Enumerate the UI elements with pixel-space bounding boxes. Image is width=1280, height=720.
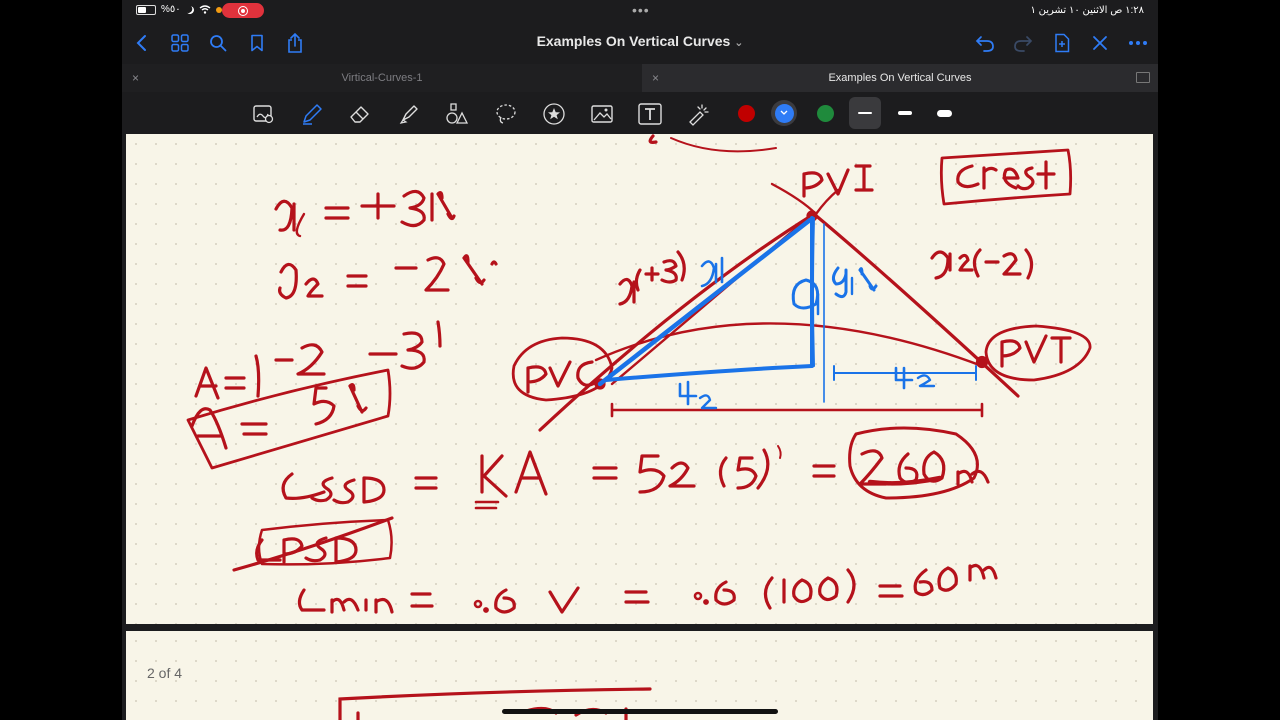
note-page-2[interactable]: 2 of 4 xyxy=(126,631,1153,720)
image-tool[interactable] xyxy=(590,102,614,126)
mic-indicator-icon xyxy=(215,6,222,13)
lasso-tool[interactable] xyxy=(494,102,518,126)
goodnotes-app: %٥٠ ••• ١:٢٨ ص الاثنين ١٠ تشرين ١ Exampl… xyxy=(122,0,1158,720)
undo-button[interactable] xyxy=(973,31,997,55)
add-page-button[interactable] xyxy=(1050,31,1074,55)
tab-examples-on-vertical-curves[interactable]: × Examples On Vertical Curves xyxy=(642,64,1158,92)
thin-line-icon xyxy=(858,112,872,114)
top-toolbar: Examples On Vertical Curves ⌄ xyxy=(122,22,1158,64)
tab-virtical-curves-1[interactable]: × Virtical-Curves-1 xyxy=(122,64,642,92)
text-box-icon xyxy=(638,103,662,125)
laser-pointer-icon xyxy=(689,104,709,126)
tab-label: Virtical-Curves-1 xyxy=(341,72,423,84)
status-bar: %٥٠ ••• ١:٢٨ ص الاثنين ١٠ تشرين ١ xyxy=(122,0,1158,22)
share-icon xyxy=(288,33,302,53)
document-title-text[interactable]: Examples On Vertical Curves xyxy=(537,33,731,49)
record-icon xyxy=(238,5,248,16)
shapes-icon xyxy=(446,103,469,124)
handwriting-canvas-page-2[interactable] xyxy=(126,631,1153,720)
redo-button[interactable] xyxy=(1011,31,1035,55)
grid-icon xyxy=(171,34,189,52)
pen-tool[interactable] xyxy=(300,102,324,126)
close-tool-button[interactable] xyxy=(1088,31,1112,55)
image-icon xyxy=(591,105,613,123)
page-separator xyxy=(122,624,1158,631)
stroke-width-medium[interactable] xyxy=(889,97,921,129)
more-icon xyxy=(1129,41,1147,45)
moon-icon xyxy=(184,4,195,15)
search-icon xyxy=(210,35,227,52)
highlighter-tool[interactable] xyxy=(397,102,421,126)
tab-close-icon[interactable]: × xyxy=(652,71,659,85)
redo-icon xyxy=(1014,36,1033,52)
status-clock: ١:٢٨ ص الاثنين ١٠ تشرين ١ xyxy=(1030,5,1144,16)
color-swatch-green[interactable] xyxy=(817,105,834,122)
sticker-tool[interactable] xyxy=(542,102,566,126)
close-icon xyxy=(1093,36,1107,50)
add-page-icon xyxy=(1055,33,1070,53)
lasso-image-tool[interactable] xyxy=(252,102,276,126)
more-button[interactable] xyxy=(1126,31,1150,55)
tab-close-icon[interactable]: × xyxy=(132,71,139,85)
multitasking-menu[interactable]: ••• xyxy=(632,2,650,18)
document-title: Examples On Vertical Curves ⌄ xyxy=(122,33,1158,49)
battery-percent: %٥٠ xyxy=(161,4,181,15)
highlighter-icon xyxy=(399,105,418,124)
eraser-icon xyxy=(350,106,369,123)
color-swatch-blue[interactable] xyxy=(774,103,794,123)
back-button[interactable] xyxy=(130,31,154,55)
tab-bar: × Virtical-Curves-1 × Examples On Vertic… xyxy=(122,64,1158,94)
drawing-tool-bar xyxy=(122,94,1158,134)
pen-icon xyxy=(303,104,322,125)
shapes-tool[interactable] xyxy=(445,102,469,126)
color-swatch-red[interactable] xyxy=(738,105,755,122)
star-sticker-icon xyxy=(543,103,565,125)
search-button[interactable] xyxy=(206,31,230,55)
home-indicator[interactable] xyxy=(502,709,778,714)
note-page-1[interactable] xyxy=(126,134,1153,624)
stroke-width-thin[interactable] xyxy=(849,97,881,129)
laser-pointer-tool[interactable] xyxy=(686,102,710,126)
handwriting-canvas[interactable] xyxy=(126,134,1153,624)
bookmark-icon xyxy=(251,34,263,52)
chevron-down-icon[interactable]: ⌄ xyxy=(734,37,743,49)
share-button[interactable] xyxy=(283,31,307,55)
thick-line-icon xyxy=(936,109,952,117)
chevron-left-icon xyxy=(136,35,146,51)
wifi-icon xyxy=(199,5,211,14)
chevron-down-icon xyxy=(780,110,788,115)
tab-label: Examples On Vertical Curves xyxy=(828,72,972,84)
text-tool[interactable] xyxy=(638,102,662,126)
eraser-tool[interactable] xyxy=(348,102,372,126)
undo-icon xyxy=(975,36,994,52)
stroke-width-thick[interactable] xyxy=(928,97,960,129)
medium-line-icon xyxy=(898,111,912,115)
lasso-icon xyxy=(496,104,516,124)
page-indicator: 2 of 4 xyxy=(147,665,183,681)
battery-icon xyxy=(136,4,156,15)
grid-view-button[interactable] xyxy=(168,31,192,55)
bookmark-button[interactable] xyxy=(245,31,269,55)
zoom-window-icon xyxy=(253,105,274,124)
split-view-icon[interactable] xyxy=(1136,72,1150,83)
color-swatch-blue-selected[interactable] xyxy=(771,100,797,126)
status-cluster: %٥٠ xyxy=(136,4,222,15)
screen-recording-button[interactable] xyxy=(222,3,264,18)
